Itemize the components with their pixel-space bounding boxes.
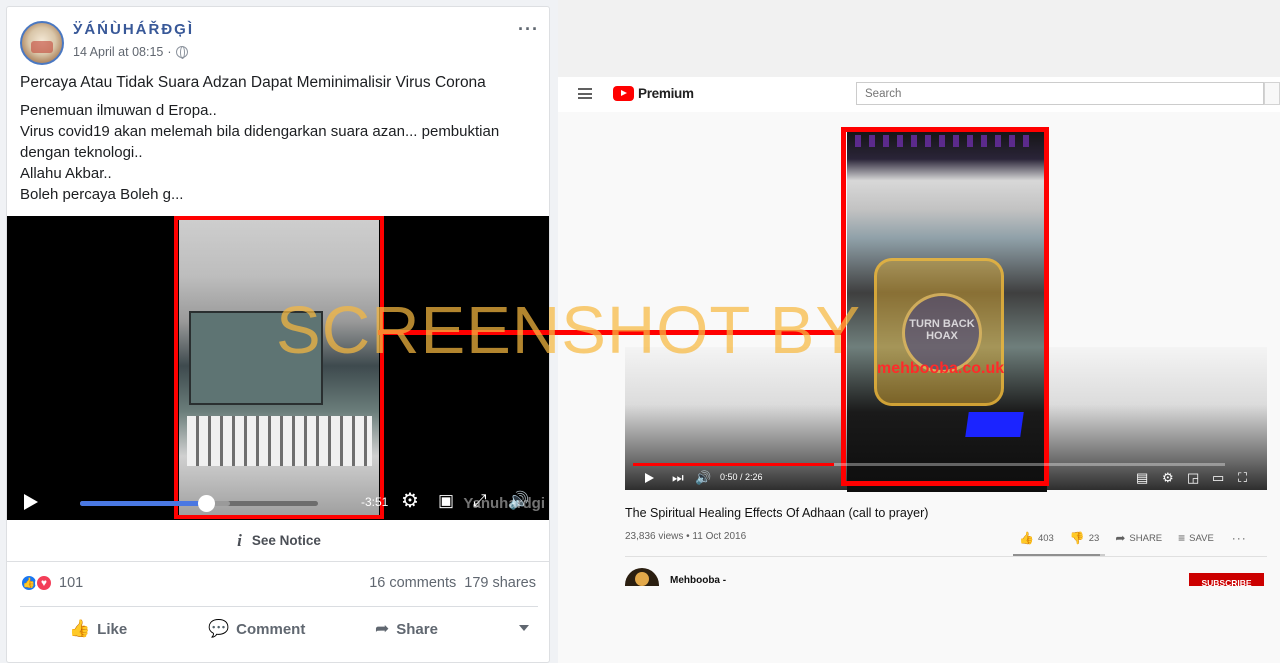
youtube-progress-bar[interactable] bbox=[633, 463, 1225, 466]
globe-icon bbox=[175, 46, 188, 59]
info-icon: i bbox=[237, 530, 242, 550]
volume-icon[interactable]: 🔊 bbox=[695, 471, 711, 485]
views-and-date: 23,836 views • 11 Oct 2016 bbox=[625, 531, 747, 542]
youtube-logo[interactable]: Premium bbox=[613, 86, 694, 101]
post-headline: Percaya Atau Tidak Suara Adzan Dapat Mem… bbox=[20, 74, 486, 91]
video-controls: -3:51 ⚙ ▣ ⤢ 🔊 Yanuhardgi bbox=[7, 484, 549, 520]
youtube-play-logo-icon bbox=[613, 86, 634, 101]
dislike-button[interactable]: 👎 23 bbox=[1070, 531, 1100, 545]
blank-area bbox=[558, 0, 1280, 77]
comments-count[interactable]: 16 comments bbox=[369, 575, 456, 591]
meta-separator: · bbox=[167, 45, 172, 59]
video-watermark: Yanuhardgi bbox=[463, 495, 545, 512]
engagement-counts: 16 comments 179 shares bbox=[369, 575, 536, 591]
badge-text: TURN BACK HOAX bbox=[909, 318, 975, 342]
post-action-bar: 👍 Like 💬 Comment ➦ Share bbox=[7, 613, 549, 643]
screenshot-watermark: SCREENSHOT BY bbox=[276, 293, 862, 368]
post-body-line: Allahu Akbar.. bbox=[20, 165, 112, 182]
video-seek-bar[interactable] bbox=[80, 495, 318, 512]
video-title: The Spiritual Healing Effects Of Adhaan … bbox=[625, 506, 929, 520]
theater-mode-icon[interactable]: ▭ bbox=[1212, 471, 1224, 485]
share-arrow-icon: ➦ bbox=[1115, 531, 1126, 545]
channel-name[interactable]: Mehbooba - bbox=[670, 575, 726, 586]
video-time: 0:50 / 2:26 bbox=[720, 472, 763, 482]
picture-in-picture-icon[interactable]: ▣ bbox=[438, 491, 454, 511]
subtitles-icon[interactable]: ▤ bbox=[1136, 471, 1148, 485]
save-label: SAVE bbox=[1189, 532, 1214, 544]
share-label: SHARE bbox=[1129, 532, 1163, 544]
hamburger-menu-icon[interactable] bbox=[578, 88, 592, 99]
see-notice-label: See Notice bbox=[251, 533, 321, 548]
see-notice-button[interactable]: i See Notice bbox=[7, 520, 549, 562]
share-button[interactable]: ➦ SHARE bbox=[1115, 531, 1162, 545]
seek-handle[interactable] bbox=[198, 495, 216, 512]
share-arrow-icon: ➦ bbox=[375, 619, 390, 638]
comparison-stage: ӰÁŃÙHÁŘĐĢÌ 14 April at 08:15 · ··· Perca… bbox=[0, 0, 1280, 663]
reactions-summary[interactable]: 👍 ♥ 101 bbox=[20, 574, 83, 592]
seek-played bbox=[80, 501, 207, 506]
thumbs-up-icon: 👍 bbox=[1019, 531, 1034, 545]
author-avatar[interactable] bbox=[20, 21, 64, 65]
divider bbox=[625, 556, 1267, 557]
subscribe-button[interactable]: SUBSCRIBE bbox=[1189, 573, 1264, 586]
turnbackhoax-badge: TURN BACK HOAX mehbooba.co.uk bbox=[874, 258, 1004, 406]
post-body-line: Boleh percaya Boleh g... bbox=[20, 186, 184, 203]
comment-button[interactable]: 💬 Comment bbox=[208, 619, 305, 639]
like-button[interactable]: 👍 Like bbox=[69, 619, 127, 639]
dislike-count: 23 bbox=[1088, 532, 1100, 544]
love-reaction-icon: ♥ bbox=[35, 574, 53, 592]
post-meta: 14 April at 08:15 · bbox=[73, 45, 188, 59]
youtube-header: Premium bbox=[558, 77, 1280, 112]
search-input[interactable] bbox=[856, 82, 1264, 105]
like-label: Like bbox=[97, 620, 128, 638]
thumbs-up-icon: 👍 bbox=[69, 619, 91, 638]
reaction-count: 101 bbox=[59, 575, 84, 591]
divider bbox=[20, 606, 538, 607]
thumbs-down-icon: 👎 bbox=[1069, 531, 1085, 545]
shares-count[interactable]: 179 shares bbox=[464, 575, 536, 591]
play-icon[interactable] bbox=[24, 494, 38, 510]
time-remaining: -3:51 bbox=[361, 495, 389, 509]
chevron-down-icon[interactable] bbox=[519, 625, 529, 631]
overlay-url: mehbooba.co.uk bbox=[877, 360, 1005, 377]
post-body: Penemuan ilmuwan d Eropa.. Virus covid19… bbox=[20, 100, 530, 205]
miniplayer-icon[interactable]: ◲ bbox=[1187, 471, 1199, 485]
post-body-line: Penemuan ilmuwan d Eropa.. bbox=[20, 102, 217, 119]
search-button[interactable] bbox=[1264, 82, 1280, 105]
fullscreen-icon[interactable]: ⛶ bbox=[1238, 471, 1247, 485]
post-body-line: Virus covid19 akan melemah bila didengar… bbox=[20, 123, 500, 140]
more-options-icon[interactable]: ··· bbox=[1232, 531, 1247, 545]
post-date[interactable]: 14 April at 08:15 bbox=[73, 45, 163, 59]
like-count: 403 bbox=[1037, 532, 1054, 544]
play-icon[interactable] bbox=[645, 473, 654, 483]
settings-gear-icon[interactable]: ⚙ bbox=[401, 491, 419, 511]
next-icon[interactable]: ⏭ bbox=[672, 471, 684, 485]
comment-bubble-icon: 💬 bbox=[208, 619, 230, 638]
video-actions: 👍 403 👎 23 ➦ SHARE ≡ SAVE ··· bbox=[1019, 531, 1247, 545]
save-button[interactable]: ≡ SAVE bbox=[1178, 531, 1214, 545]
comment-label: Comment bbox=[236, 620, 306, 638]
youtube-logo-text: Premium bbox=[638, 86, 694, 101]
more-options-icon[interactable]: ··· bbox=[518, 19, 539, 40]
post-body-line: dengan teknologi.. bbox=[20, 144, 143, 161]
author-name[interactable]: ӰÁŃÙHÁŘĐĢÌ bbox=[73, 21, 194, 38]
playlist-add-icon: ≡ bbox=[1178, 531, 1186, 545]
share-label: Share bbox=[396, 620, 438, 638]
share-button[interactable]: ➦ Share bbox=[375, 619, 438, 639]
youtube-controls: ⏭ 🔊 0:50 / 2:26 ▤ ⚙ ◲ ▭ ⛶ bbox=[625, 468, 1267, 490]
like-button[interactable]: 👍 403 bbox=[1019, 531, 1054, 545]
settings-gear-icon[interactable]: ⚙ bbox=[1162, 471, 1174, 485]
progress-played bbox=[633, 463, 835, 466]
